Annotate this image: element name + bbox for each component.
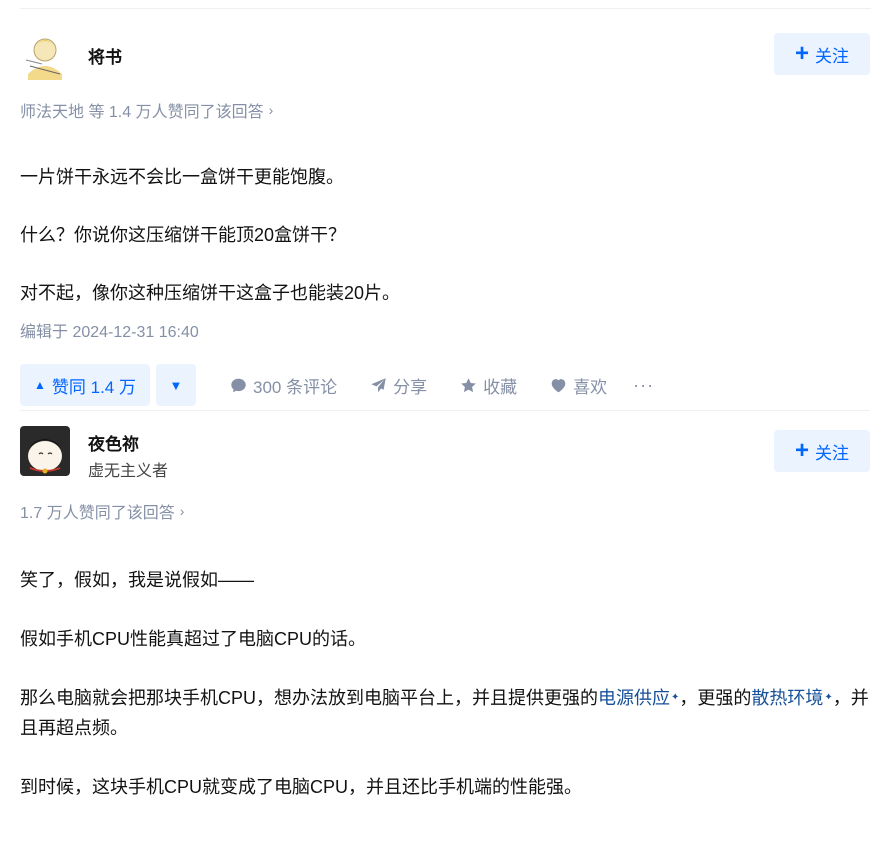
voters-link[interactable]: 1.7 万人赞同了该回答 › [20, 499, 870, 523]
keyword-link-cooling[interactable]: 散热环境 [751, 688, 823, 708]
follow-button[interactable]: + 关注 [774, 33, 870, 75]
top-divider [20, 8, 871, 9]
share-icon [371, 377, 386, 392]
keyword-link-power-supply[interactable]: 电源供应 [598, 688, 670, 708]
sparkle-icon: ✦ [824, 692, 833, 703]
share-label: 分享 [393, 377, 428, 397]
author-bio: 虚无主义者 [88, 463, 169, 480]
voters-text: 师法天地 等 1.4 万人赞同了该回答 [20, 104, 264, 121]
action-bar: ▲ 赞同 1.4 万 ▼ 300 条评论 分享 收藏 喜欢 ··· [20, 364, 870, 406]
vote-up-label: 赞同 1.4 万 [51, 377, 136, 397]
plus-icon: + [794, 437, 809, 464]
author-avatar[interactable] [20, 30, 70, 80]
follow-label: 关注 [815, 46, 849, 66]
heart-icon [551, 378, 566, 392]
chevron-right-icon: › [179, 503, 185, 519]
answer-paragraph: 到时候，这块手机CPU就变成了电脑CPU，并且还比手机端的性能强。 [20, 777, 583, 797]
plus-icon: + [794, 40, 809, 67]
vote-up-button[interactable]: ▲ 赞同 1.4 万 [20, 364, 150, 406]
like-label: 喜欢 [573, 377, 608, 397]
collect-button[interactable]: 收藏 [460, 373, 517, 398]
star-icon [461, 377, 476, 392]
triangle-up-icon: ▲ [34, 378, 46, 392]
author-name[interactable]: 夜色祢 [88, 430, 139, 455]
comment-button[interactable]: 300 条评论 [230, 373, 337, 398]
paragraph-text: ，更强的 [679, 688, 752, 708]
collect-label: 收藏 [483, 377, 518, 397]
like-button[interactable]: 喜欢 [550, 373, 607, 398]
answer-paragraph: 对不起，像你这种压缩饼干这盒子也能装20片。 [20, 283, 401, 303]
follow-label: 关注 [815, 443, 849, 463]
answer-divider [20, 410, 870, 411]
answer-item: 将书 + 关注 师法天地 等 1.4 万人赞同了该回答 › 一片饼干永远不会比一… [20, 30, 870, 406]
voters-text: 1.7 万人赞同了该回答 [20, 505, 175, 522]
answer-paragraph: 那么电脑就会把那块手机CPU，想办法放到电脑平台上，并且提供更强的电源供应 ✦ ，更… [20, 683, 870, 743]
answer-paragraph: 一片饼干永远不会比一盒饼干更能饱腹。 [20, 167, 344, 187]
paragraph-text: 那么电脑就会把那块手机CPU，想办法放到电脑平台上，并且提供更强的 [20, 688, 599, 708]
author-name[interactable]: 将书 [88, 43, 122, 68]
follow-button[interactable]: + 关注 [774, 430, 870, 472]
triangle-down-icon: ▼ [169, 377, 183, 393]
more-button[interactable]: ··· [633, 375, 654, 396]
vote-down-button[interactable]: ▼ [155, 364, 196, 406]
share-button[interactable]: 分享 [370, 373, 427, 398]
author-avatar[interactable] [20, 426, 70, 476]
answer-paragraph: 假如手机CPU性能真超过了电脑CPU的话。 [20, 629, 367, 649]
answer-item: 夜色祢 虚无主义者 + 关注 1.7 万人赞同了该回答 › 笑了，假如，我是说假… [20, 426, 870, 802]
edited-time[interactable]: 编辑于 2024-12-31 16:40 [20, 318, 870, 342]
voters-link[interactable]: 师法天地 等 1.4 万人赞同了该回答 › [20, 98, 870, 122]
author-info: 夜色祢 虚无主义者 + 关注 [20, 426, 870, 482]
author-info: 将书 + 关注 [20, 30, 870, 86]
comment-icon [231, 378, 246, 392]
ellipsis-icon: ··· [633, 374, 655, 395]
answer-paragraph: 什么？你说你这压缩饼干能顶20盒饼干？ [20, 225, 347, 245]
chevron-right-icon: › [268, 102, 274, 118]
comment-label: 300 条评论 [252, 377, 338, 397]
answer-paragraph: 笑了，假如，我是说假如—— [20, 570, 254, 590]
